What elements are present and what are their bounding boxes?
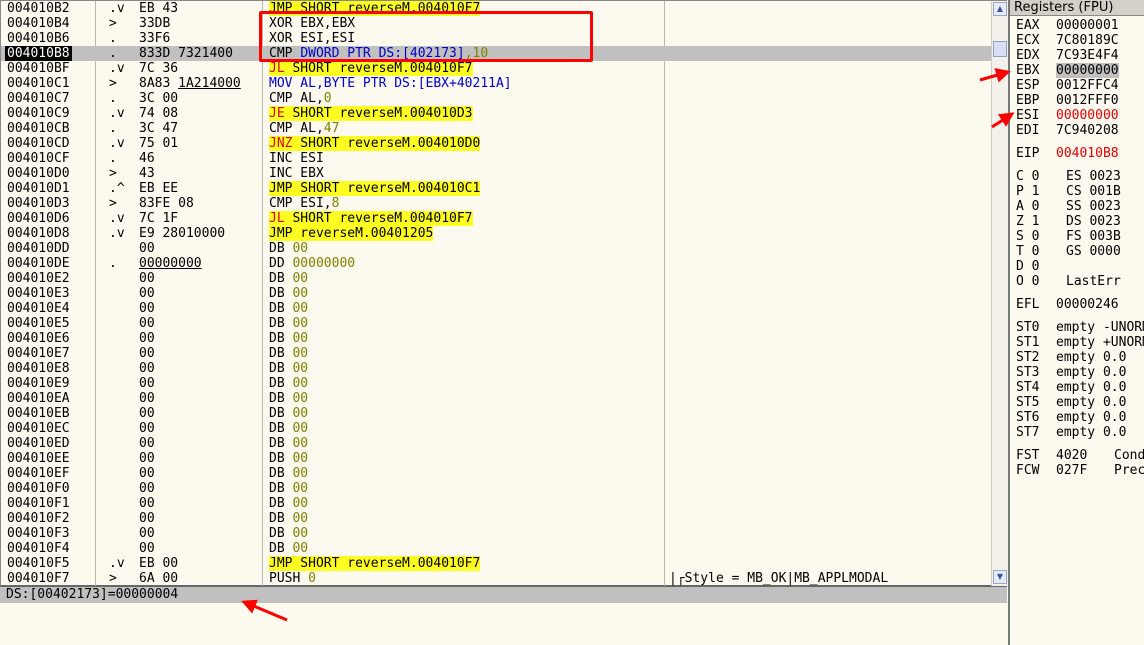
- arrow-ebx-icon: [979, 68, 1011, 83]
- annotation-arrows: [241, 68, 1015, 622]
- arrow-info-icon: [241, 599, 288, 622]
- arrow-esi-icon: [991, 112, 1015, 129]
